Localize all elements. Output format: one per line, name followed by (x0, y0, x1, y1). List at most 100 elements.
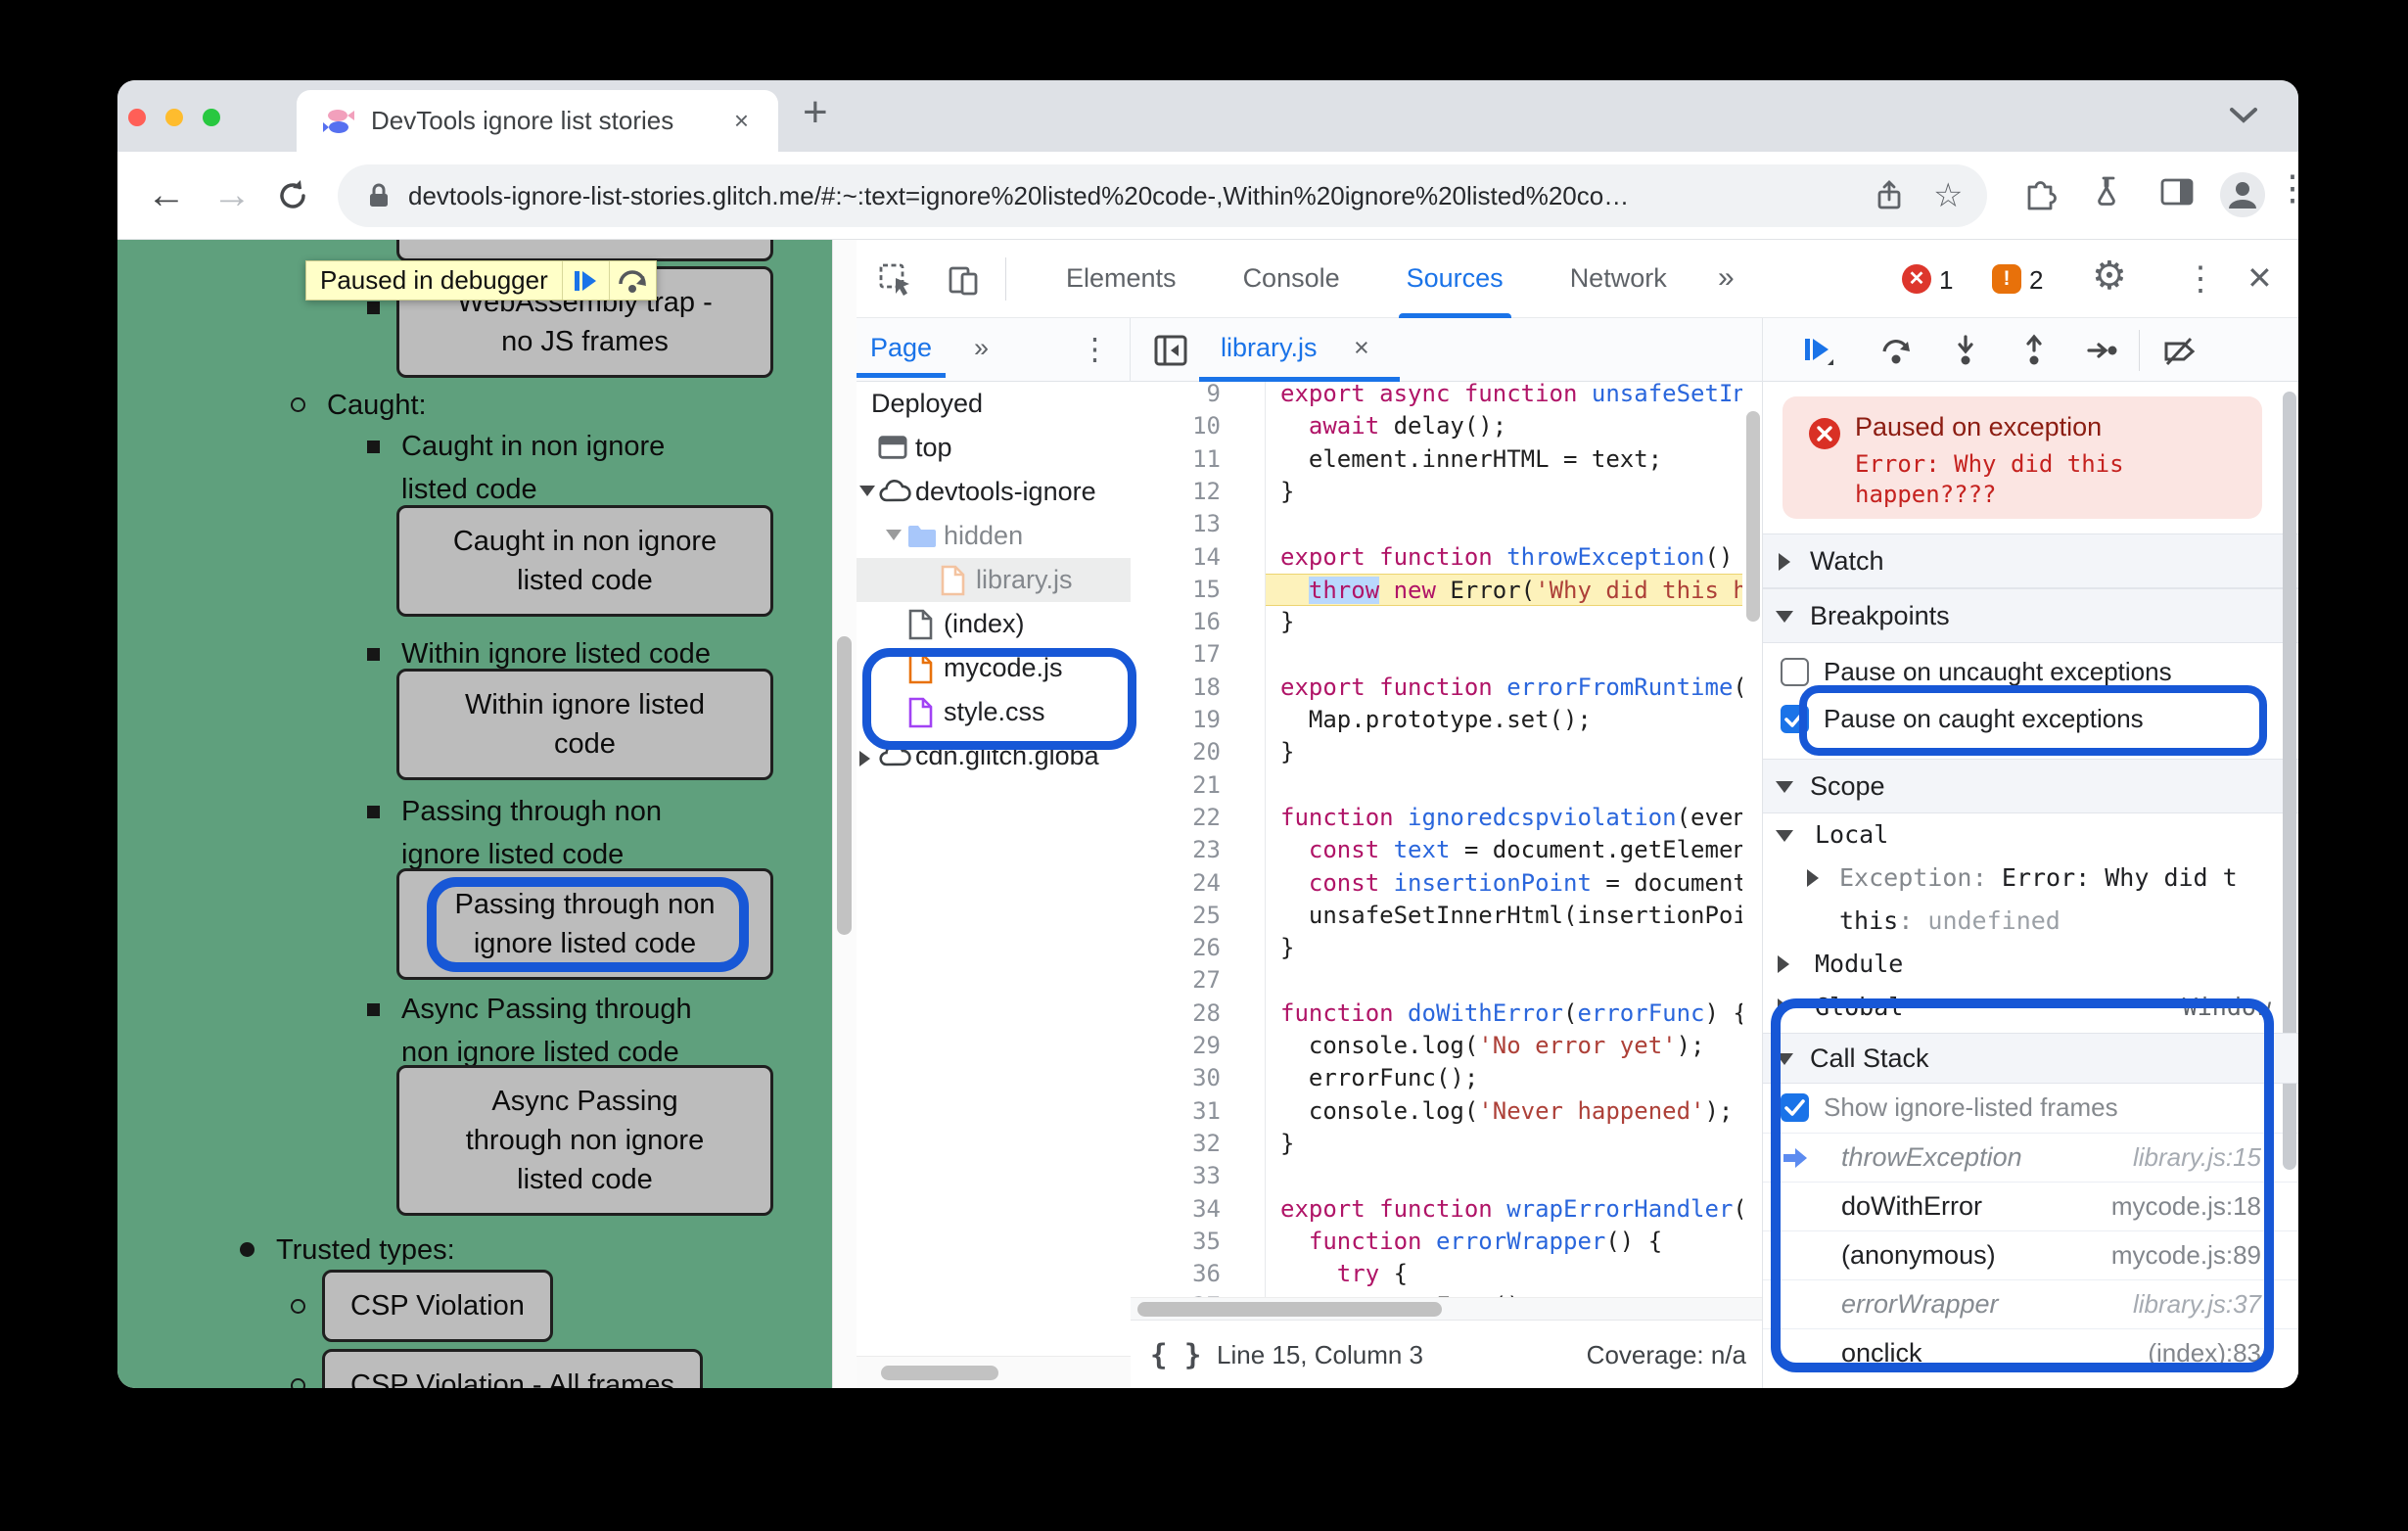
callstack-frame-onclick[interactable]: onclick (index):83 (1763, 1328, 2298, 1377)
code-line-30[interactable]: errorFunc(); (1266, 1062, 1742, 1094)
scope-row-global[interactable]: Global Window (1763, 986, 2298, 1029)
scope-row-exception[interactable]: Exception: Error: Why did t (1763, 857, 2298, 900)
line-number[interactable]: 12 (1131, 476, 1221, 508)
chevron-down-icon[interactable] (886, 530, 902, 540)
back-button[interactable]: ← (147, 152, 186, 238)
chevron-right-icon[interactable] (1807, 869, 1819, 887)
editor-code[interactable]: export async function unsafeSetInnerHtml… (1265, 382, 1742, 1297)
line-number[interactable]: 27 (1131, 964, 1221, 997)
line-number[interactable]: 34 (1131, 1193, 1221, 1226)
step-over-icon[interactable] (1880, 334, 1914, 367)
step-into-icon[interactable] (1949, 334, 1982, 367)
tab-close-icon[interactable]: × (734, 90, 749, 152)
code-line-32[interactable]: } (1266, 1128, 1742, 1160)
frame-location[interactable]: (index):83 (2148, 1329, 2261, 1377)
page-button[interactable]: CSP Violation - All frames (322, 1349, 703, 1388)
line-number[interactable]: 26 (1131, 932, 1221, 964)
line-number[interactable]: 21 (1131, 769, 1221, 802)
breakpoints-section-header[interactable]: Breakpoints (1763, 588, 2298, 643)
scope-section-header[interactable]: Scope (1763, 759, 2298, 813)
code-line-35[interactable]: function errorWrapper() { (1266, 1226, 1742, 1258)
scope-row-module[interactable]: Module (1763, 943, 2298, 986)
line-number[interactable]: 28 (1131, 997, 1221, 1030)
editor-hscrollbar[interactable] (1131, 1297, 1762, 1320)
cutoff-button[interactable] (396, 240, 773, 261)
code-line-36[interactable]: try { (1266, 1258, 1742, 1290)
line-number[interactable]: 9 (1131, 382, 1221, 410)
tree-item-mycode-js[interactable]: mycode.js (857, 646, 1131, 690)
line-number[interactable]: 24 (1131, 867, 1221, 900)
code-line-14[interactable]: export function throwException() { (1266, 541, 1742, 574)
inspect-element-icon[interactable] (878, 262, 913, 298)
line-number[interactable]: 18 (1131, 672, 1221, 704)
pause-uncaught-row[interactable]: Pause on uncaught exceptions (1763, 648, 2298, 695)
line-number[interactable]: 17 (1131, 638, 1221, 671)
browser-tab[interactable]: DevTools ignore list stories × (297, 90, 778, 152)
tree-item-deployed[interactable]: Deployed (857, 382, 1131, 426)
chevron-right-icon[interactable] (859, 751, 870, 766)
flask-icon[interactable] (2090, 173, 2127, 210)
code-line-23[interactable]: const text = document.getElementById( (1266, 834, 1742, 866)
error-badge-icon[interactable]: ✕ (1902, 264, 1931, 294)
line-number[interactable]: 36 (1131, 1258, 1221, 1290)
code-line-22[interactable]: function ignoredcspviolation(event) { (1266, 802, 1742, 834)
code-line-29[interactable]: console.log('No error yet'); (1266, 1030, 1742, 1062)
line-number[interactable]: 20 (1131, 736, 1221, 768)
page-scrollbar-thumb[interactable] (837, 636, 852, 935)
share-icon[interactable] (1873, 179, 1906, 212)
settings-gear-icon[interactable]: ⚙ (2092, 254, 2127, 299)
line-number[interactable]: 19 (1131, 704, 1221, 736)
devtools-menu-kebab-icon[interactable]: ⋮ (2184, 259, 2217, 299)
line-number[interactable]: 25 (1131, 900, 1221, 932)
code-line-33[interactable] (1266, 1160, 1742, 1192)
line-number[interactable]: 13 (1131, 508, 1221, 540)
code-line-9[interactable]: export async function unsafeSetInnerHtml… (1266, 382, 1742, 410)
checkbox-checked[interactable] (1781, 705, 1809, 733)
devtools-tab-sources[interactable]: Sources (1373, 240, 1537, 318)
frame-location[interactable]: library.js:37 (2133, 1280, 2261, 1328)
close-window-button[interactable] (128, 109, 146, 126)
code-line-13[interactable] (1266, 508, 1742, 540)
tree-item-library-js[interactable]: library.js (857, 558, 1131, 602)
page-button[interactable]: Caught in non ignore listed code (396, 505, 773, 617)
collapse-navigator-icon[interactable] (1153, 333, 1188, 368)
navigator-kebab-icon[interactable]: ⋮ (1080, 332, 1110, 367)
tree-item-cdn-glitch-globa[interactable]: cdn.glitch.globa (857, 734, 1131, 778)
tree-item-style-css[interactable]: style.css (857, 690, 1131, 734)
code-line-34[interactable]: export function wrapErrorHandler(errorFu… (1266, 1193, 1742, 1226)
line-number[interactable]: 35 (1131, 1226, 1221, 1258)
zoom-window-button[interactable] (203, 109, 220, 126)
line-number[interactable]: 37 (1131, 1290, 1221, 1297)
scope-row-local[interactable]: Local (1763, 813, 2298, 857)
code-line-24[interactable]: const insertionPoint = document.quer (1266, 867, 1742, 900)
callstack-frame-errorwrapper[interactable]: errorWrapper library.js:37 (1763, 1279, 2298, 1328)
scope-row-this[interactable]: this: undefined (1763, 900, 2298, 943)
line-number[interactable]: 10 (1131, 410, 1221, 442)
code-line-26[interactable]: } (1266, 932, 1742, 964)
page-button[interactable]: Passing through non ignore listed code (396, 868, 773, 980)
code-line-28[interactable]: function doWithError(errorFunc) { (1266, 997, 1742, 1030)
profile-avatar[interactable] (2220, 172, 2265, 217)
code-line-16[interactable]: } (1266, 606, 1742, 638)
tree-item-top[interactable]: top (857, 426, 1131, 470)
frame-location[interactable]: mycode.js:18 (2111, 1183, 2261, 1230)
navigator-more-tabs[interactable]: » (974, 318, 989, 377)
line-number[interactable]: 11 (1131, 443, 1221, 476)
chevron-right-icon[interactable] (1778, 998, 1789, 1016)
pause-caught-row[interactable]: Pause on caught exceptions (1763, 695, 2298, 742)
extensions-puzzle-icon[interactable] (2021, 173, 2059, 210)
chevron-down-icon[interactable] (1776, 830, 1793, 842)
editor-hscrollbar-thumb[interactable] (1137, 1302, 1442, 1317)
line-number[interactable]: 15 (1131, 574, 1221, 606)
code-line-17[interactable] (1266, 638, 1742, 671)
devtools-tab-network[interactable]: Network (1537, 240, 1700, 318)
line-number[interactable]: 14 (1131, 541, 1221, 574)
code-line-11[interactable]: element.innerHTML = text; (1266, 443, 1742, 476)
reload-button[interactable] (274, 177, 311, 214)
step-over-icon[interactable] (608, 261, 656, 300)
step-icon[interactable] (2086, 334, 2119, 367)
code-line-27[interactable] (1266, 964, 1742, 997)
page-scrollbar[interactable] (832, 240, 857, 1388)
omnibox[interactable]: devtools-ignore-list-stories.glitch.me/#… (338, 164, 1987, 227)
more-tabs-chevrons[interactable]: » (1718, 240, 1735, 316)
